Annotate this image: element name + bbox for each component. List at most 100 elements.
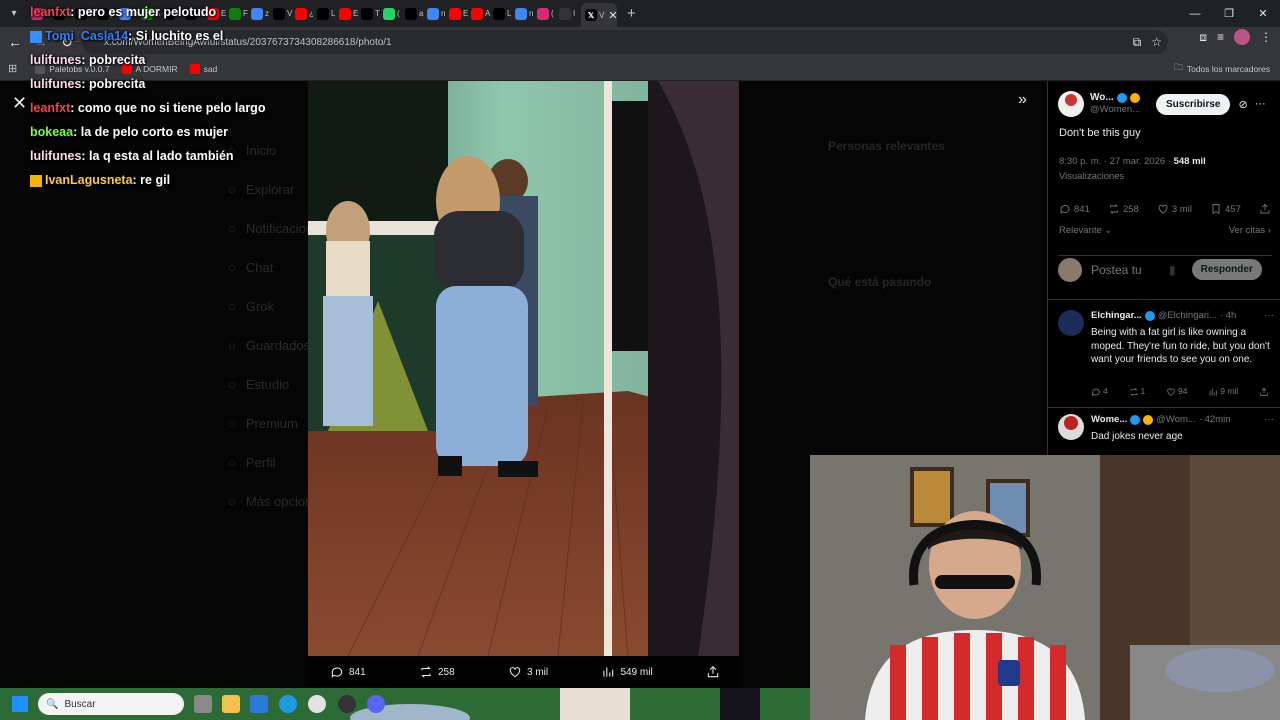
author-name: Wo... — [1090, 92, 1114, 103]
author-info[interactable]: Wo... @Women... — [1090, 92, 1150, 116]
edge-icon[interactable] — [279, 695, 297, 713]
reply-item[interactable]: Wome... @Wom... · 42min ··· Dad jokes ne… — [1058, 414, 1274, 454]
obs-icon[interactable] — [338, 695, 356, 713]
post-reposts[interactable]: 258 — [1108, 203, 1139, 215]
all-bookmarks[interactable]: 🗀 Todos los marcadores — [1174, 62, 1270, 76]
reply-icon — [1092, 388, 1100, 396]
tab[interactable]: n — [427, 4, 449, 24]
google-icon — [515, 7, 527, 20]
chat-username[interactable]: IvanLagusneta — [45, 173, 133, 187]
more-icon[interactable]: ··· — [1264, 310, 1274, 321]
tab[interactable]: A — [471, 4, 493, 24]
view-quotes-link[interactable]: Ver citas › — [1229, 225, 1271, 236]
file-explorer-icon[interactable] — [222, 695, 240, 713]
media-controls-icon[interactable]: ≡ — [1217, 30, 1224, 44]
repost-action[interactable]: 258 — [419, 665, 455, 679]
chat-username[interactable]: leanfxt — [30, 5, 70, 19]
chrome-icon[interactable] — [308, 695, 326, 713]
more-icon[interactable]: ··· — [1255, 98, 1266, 111]
reply-views[interactable]: 9 mil — [1208, 386, 1238, 397]
chat-username[interactable]: lulifunes — [30, 149, 81, 163]
views-action[interactable]: 549 mil — [601, 665, 653, 679]
reply-avatar[interactable] — [1058, 414, 1084, 440]
tab-active[interactable]: 𝕏 V ✕ — [581, 3, 617, 27]
back-arrow-icon[interactable]: ← — [2, 29, 28, 55]
reply-item[interactable]: Elchingar... @Elchingari... · 4h ··· Bei… — [1058, 310, 1274, 405]
taskbar-search[interactable]: 🔍 Buscar — [38, 693, 184, 715]
task-view-icon[interactable] — [194, 695, 212, 713]
reply-avatar[interactable] — [1058, 310, 1084, 336]
post-likes[interactable]: 3 mil — [1157, 203, 1192, 215]
tab[interactable]: T — [361, 4, 383, 24]
author-avatar[interactable] — [1058, 91, 1084, 117]
tab[interactable]: a — [405, 4, 427, 24]
reply-time: · 42min — [1198, 414, 1231, 425]
reply-input[interactable]: Postea tu — [1091, 263, 1169, 277]
discord-icon[interactable] — [367, 695, 385, 713]
tab[interactable]: ( — [383, 4, 405, 24]
like-action[interactable]: 3 mil — [508, 665, 548, 679]
bookmark-star-icon[interactable]: ☆ — [1151, 35, 1162, 50]
share-action[interactable] — [706, 665, 720, 679]
post-replies[interactable]: 841 — [1059, 203, 1090, 215]
windows-start-icon[interactable] — [12, 696, 28, 712]
chat-username[interactable]: lulifunes — [30, 77, 81, 91]
close-window-icon[interactable]: ✕ — [1246, 0, 1280, 27]
more-icon[interactable]: ··· — [1264, 414, 1274, 425]
reply-reposts[interactable]: 1 — [1129, 386, 1145, 397]
new-tab-button[interactable]: + — [627, 5, 636, 22]
tab[interactable]: E — [339, 4, 361, 24]
post-time[interactable]: 8:30 p. m. · 27 mar. 2026 · — [1059, 156, 1174, 167]
tab-search-button[interactable]: ▾ — [3, 3, 25, 25]
tab[interactable]: L — [493, 4, 515, 24]
close-viewer-icon[interactable]: ✕ — [12, 93, 27, 114]
bookmarks-bar: ⊞ Paletobs v.0.0.7 A DORMIR sad 🗀 Todos … — [0, 57, 1280, 81]
post-photo[interactable] — [308, 81, 739, 656]
reply-action[interactable]: 841 — [330, 665, 366, 679]
tab[interactable]: E — [449, 4, 471, 24]
chat-username[interactable]: leanfxt — [30, 101, 70, 115]
tab[interactable]: V — [273, 4, 295, 24]
nav-item-icon: ○ — [228, 299, 236, 314]
reply-share[interactable] — [1259, 386, 1271, 397]
close-tab-icon[interactable]: ✕ — [608, 9, 617, 22]
chat-text: : como que no si tiene pelo largo — [70, 101, 266, 115]
chat-text: : Si luchito es el — [128, 29, 224, 43]
reply-likes[interactable]: 94 — [1166, 386, 1187, 397]
reply-header: Wome... @Wom... · 42min — [1091, 414, 1271, 425]
extensions-icon[interactable]: ⧈ — [1199, 30, 1207, 45]
reply-submit-button[interactable]: Responder — [1191, 259, 1262, 280]
apps-grid-icon[interactable]: ⊞ — [8, 62, 17, 75]
post-share[interactable] — [1259, 203, 1271, 215]
bookmark-sad[interactable]: sad — [189, 63, 217, 74]
restore-icon[interactable]: ❐ — [1212, 0, 1246, 27]
reply-text: Being with a fat girl is like owning a m… — [1091, 327, 1270, 365]
address-bar[interactable]: x.com/WomenBeingAwful/status/20376737343… — [82, 30, 1168, 54]
chat-username[interactable]: bokeaa — [30, 125, 73, 139]
minimize-icon[interactable]: — — [1178, 0, 1212, 27]
profile-avatar[interactable] — [1234, 29, 1250, 45]
menu-kebab-icon[interactable]: ⋮ — [1260, 30, 1272, 44]
views-chart-icon — [1209, 388, 1217, 396]
tab[interactable]: ( — [537, 4, 559, 24]
sort-dropdown[interactable]: Relevante ⌄ — [1059, 225, 1112, 236]
tab[interactable]: z — [251, 4, 273, 24]
tab[interactable]: I — [559, 4, 581, 24]
reply-replies[interactable]: 4 — [1091, 386, 1108, 397]
collapse-panel-icon[interactable]: » — [1018, 91, 1027, 109]
tab[interactable]: n — [515, 4, 537, 24]
share-icon — [1260, 203, 1270, 214]
youtube-icon — [295, 7, 307, 20]
tab[interactable]: L — [317, 4, 339, 24]
grok-icon[interactable]: ⊘ — [1238, 98, 1247, 111]
tab-label: E — [463, 9, 469, 18]
chat-text: : pero es mujer pelotudo — [70, 5, 217, 19]
tab[interactable]: F — [229, 4, 251, 24]
chat-username[interactable]: Tomi_Casla14 — [45, 29, 128, 43]
post-bookmarks[interactable]: 457 — [1210, 203, 1241, 215]
store-icon[interactable] — [250, 695, 268, 713]
subscribe-button[interactable]: Suscribirse — [1156, 93, 1231, 115]
chat-username[interactable]: lulifunes — [30, 53, 81, 67]
install-app-icon[interactable]: ⧉ — [1133, 35, 1142, 50]
tab[interactable]: ¿ — [295, 4, 317, 24]
